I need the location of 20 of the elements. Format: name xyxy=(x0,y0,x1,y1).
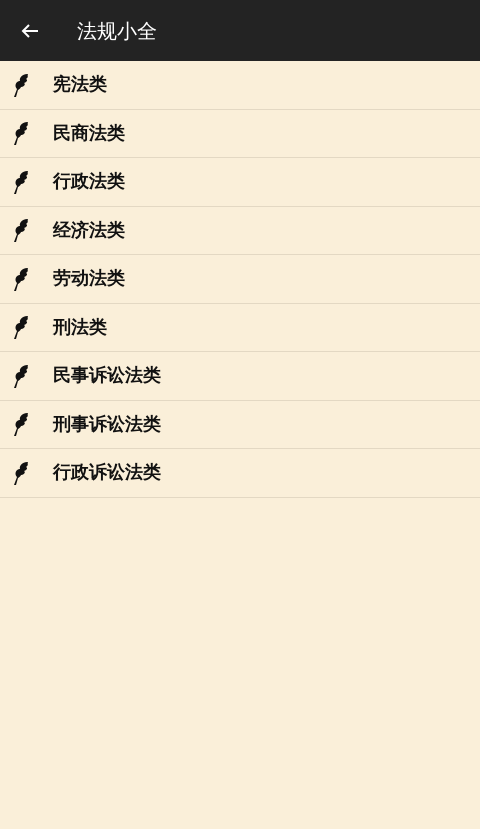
feather-icon xyxy=(11,460,31,486)
category-item[interactable]: 刑事诉讼法类 xyxy=(0,400,480,449)
category-item[interactable]: 民商法类 xyxy=(0,110,480,158)
feather-icon xyxy=(11,362,31,389)
category-item[interactable]: 劳动法类 xyxy=(0,255,480,304)
feather-icon xyxy=(11,120,31,146)
category-item[interactable]: 行政法类 xyxy=(0,158,480,206)
feather-icon xyxy=(11,217,31,244)
feather-icon xyxy=(11,314,31,340)
category-item[interactable]: 宪法类 xyxy=(0,61,480,110)
feather-icon xyxy=(11,72,31,98)
category-item[interactable]: 行政诉讼法类 xyxy=(0,449,480,498)
app-title: 法规小全 xyxy=(77,18,157,44)
category-item[interactable]: 经济法类 xyxy=(0,206,480,255)
category-item[interactable]: 刑法类 xyxy=(0,304,480,352)
feather-icon xyxy=(11,266,31,292)
category-item[interactable]: 民事诉讼法类 xyxy=(0,352,480,400)
feather-icon xyxy=(11,168,31,195)
feather-icon xyxy=(11,411,31,438)
back-icon xyxy=(21,22,39,38)
